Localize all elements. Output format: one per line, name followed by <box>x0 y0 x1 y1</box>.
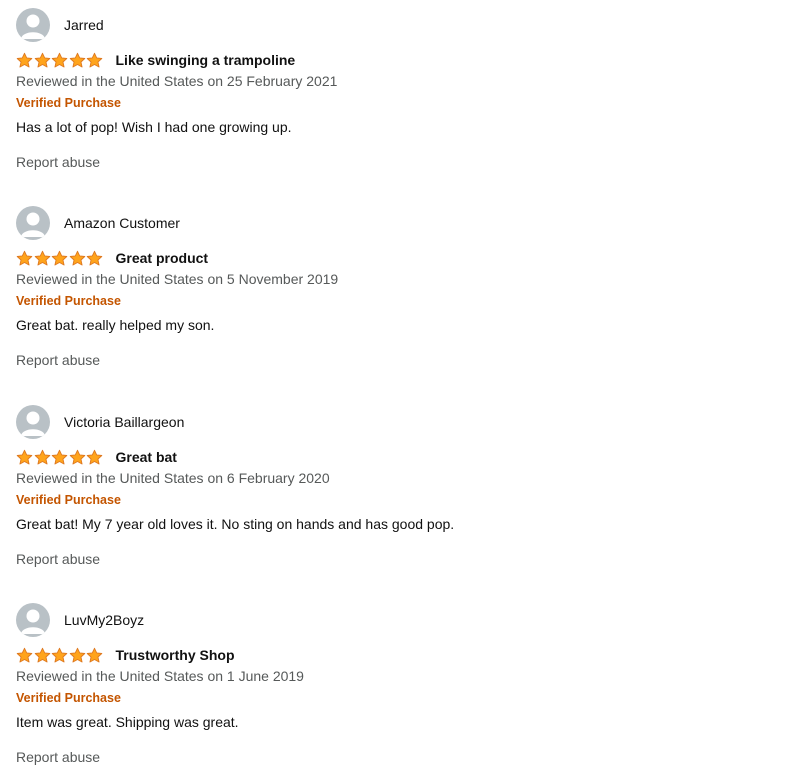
review-item: Amazon Customer Great product Reviewed i… <box>16 206 776 396</box>
star-icon <box>86 647 103 662</box>
star-icon <box>86 250 103 265</box>
review-title[interactable]: Trustworthy Shop <box>116 647 235 663</box>
star-rating[interactable] <box>16 248 104 268</box>
verified-purchase-badge: Verified Purchase <box>16 493 121 507</box>
star-icon <box>69 52 85 67</box>
verified-purchase-badge: Verified Purchase <box>16 96 121 110</box>
avatar-icon <box>16 8 50 42</box>
reviewer-profile[interactable]: LuvMy2Boyz <box>16 603 144 637</box>
avatar-icon <box>16 206 50 240</box>
reviewer-profile[interactable]: Amazon Customer <box>16 206 180 240</box>
review-body: Item was great. Shipping was great. <box>16 714 239 730</box>
review-date: Reviewed in the United States on 6 Febru… <box>16 470 330 486</box>
avatar-icon <box>16 405 50 439</box>
review-date: Reviewed in the United States on 25 Febr… <box>16 73 338 89</box>
star-icon <box>51 52 68 67</box>
reviewer-name: Victoria Baillargeon <box>64 414 185 430</box>
report-abuse-link[interactable]: Report abuse <box>16 153 100 171</box>
star-icon <box>51 449 68 464</box>
reviews-list: Jarred Like swinging a trampoline Review… <box>0 0 800 768</box>
reviewer-name: LuvMy2Boyz <box>64 612 145 628</box>
report-abuse-link[interactable]: Report abuse <box>16 748 100 766</box>
star-rating[interactable] <box>16 50 104 70</box>
review-rating-line: Great bat <box>16 447 177 467</box>
star-icon <box>16 52 33 67</box>
review-body: Has a lot of pop! Wish I had one growing… <box>16 119 292 135</box>
review-title[interactable]: Great product <box>116 250 209 266</box>
report-abuse-link[interactable]: Report abuse <box>16 351 100 369</box>
verified-purchase-badge: Verified Purchase <box>16 691 121 705</box>
star-icon <box>16 647 33 662</box>
review-title[interactable]: Like swinging a trampoline <box>116 52 296 68</box>
reviewer-profile[interactable]: Jarred <box>16 8 104 42</box>
report-abuse-link[interactable]: Report abuse <box>16 550 100 568</box>
star-icon <box>69 250 85 265</box>
star-rating[interactable] <box>16 447 104 467</box>
star-icon <box>86 52 103 67</box>
review-title[interactable]: Great bat <box>116 449 177 465</box>
star-icon <box>51 647 68 662</box>
review-item: Jarred Like swinging a trampoline Review… <box>16 8 776 198</box>
review-rating-line: Trustworthy Shop <box>16 645 235 665</box>
review-item: Victoria Baillargeon Great bat Reviewed … <box>16 405 776 595</box>
reviewer-name: Jarred <box>64 17 104 33</box>
star-icon <box>34 52 50 67</box>
avatar-icon <box>16 603 50 637</box>
review-body: Great bat! My 7 year old loves it. No st… <box>16 516 455 532</box>
reviewer-profile[interactable]: Victoria Baillargeon <box>16 405 184 439</box>
review-body: Great bat. really helped my son. <box>16 317 215 333</box>
star-icon <box>16 250 33 265</box>
star-icon <box>69 449 85 464</box>
star-icon <box>16 449 33 464</box>
star-icon <box>34 449 50 464</box>
star-icon <box>86 449 103 464</box>
review-item: LuvMy2Boyz Trustworthy Shop Reviewed in … <box>16 603 776 768</box>
reviewer-name: Amazon Customer <box>64 215 180 231</box>
verified-purchase-badge: Verified Purchase <box>16 294 121 308</box>
star-icon <box>34 647 50 662</box>
review-rating-line: Like swinging a trampoline <box>16 50 295 70</box>
star-icon <box>69 647 85 662</box>
review-date: Reviewed in the United States on 1 June … <box>16 668 304 684</box>
star-icon <box>51 250 68 265</box>
star-icon <box>34 250 50 265</box>
review-rating-line: Great product <box>16 248 208 268</box>
review-date: Reviewed in the United States on 5 Novem… <box>16 271 339 287</box>
star-rating[interactable] <box>16 645 104 665</box>
